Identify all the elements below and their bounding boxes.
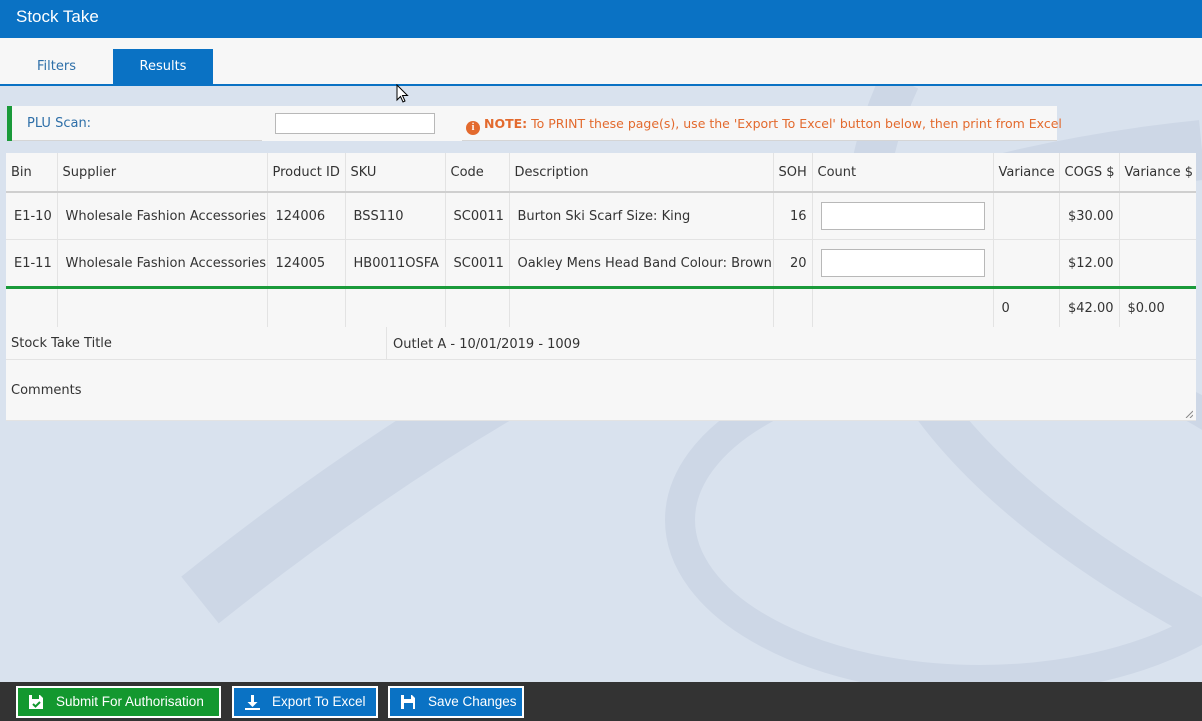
stock-take-table: Bin Supplier Product ID SKU Code Descrip… [6,153,1196,328]
col-header-variance-dollar[interactable]: Variance $ [1119,153,1196,193]
col-header-product-id[interactable]: Product ID [267,153,346,193]
cell-soh: 16 [773,192,813,240]
comments-label: Comments [11,383,82,398]
stock-take-title-row: Stock Take Title Outlet A - 10/01/2019 -… [6,327,1196,360]
action-bar: Submit For Authorisation Export To Excel… [0,682,1202,721]
col-header-sku[interactable]: SKU [345,153,446,193]
plu-divider [12,140,262,141]
cell-cogs: $30.00 [1059,192,1120,240]
col-header-count[interactable]: Count [812,153,994,193]
plu-accent-bar [7,106,12,141]
cell-product-id: 124005 [267,239,346,289]
cell-variance-dollar [1119,192,1196,240]
cell-code: SC0011 [445,239,510,289]
cell-soh: 20 [773,239,813,289]
tab-results[interactable]: Results [113,49,213,84]
export-label: Export To Excel [272,694,366,709]
save-icon [401,695,415,709]
cell-variance [993,239,1060,289]
table-row: E1-11 Wholesale Fashion Accessories 1240… [6,239,1196,289]
resize-grip-icon[interactable] [1185,410,1193,418]
cell-code: SC0011 [445,192,510,240]
stock-take-title-value: Outlet A - 10/01/2019 - 1009 [393,337,581,352]
save-check-icon [29,695,43,709]
cell-product-id: 124006 [267,192,346,240]
note-bold: NOTE: [484,116,528,131]
totals-row: 0 $42.00 $0.00 [6,287,1196,328]
meta-divider [386,327,387,359]
cell-sku: HB0011OSFA [345,239,446,289]
app-header: Stock Take [0,0,1202,38]
cell-sku: BSS110 [345,192,446,240]
cell-variance-dollar [1119,239,1196,289]
note-divider [462,140,1057,141]
mouse-cursor-icon [396,84,409,103]
count-input[interactable] [820,249,985,277]
table-row: E1-10 Wholesale Fashion Accessories 1240… [6,192,1196,240]
col-header-supplier[interactable]: Supplier [57,153,268,193]
tab-filters[interactable]: Filters [0,49,113,84]
total-cogs: $42.00 [1059,287,1120,328]
table-header-row: Bin Supplier Product ID SKU Code Descrip… [6,153,1196,193]
cell-cogs: $12.00 [1059,239,1120,289]
page-title: Stock Take [16,7,99,26]
total-variance: 0 [993,287,1060,328]
cell-count [812,239,994,289]
col-header-bin[interactable]: Bin [6,153,58,193]
cell-bin: E1-11 [6,239,58,289]
plu-scan-row: PLU Scan: i NOTE: To PRINT these page(s),… [7,106,1062,141]
plu-scan-label: PLU Scan: [27,116,92,131]
cell-description: Burton Ski Scarf Size: King [509,192,774,240]
cell-variance [993,192,1060,240]
info-circle-icon: i [466,121,480,135]
export-to-excel-button[interactable]: Export To Excel [232,686,378,718]
stock-take-title-label: Stock Take Title [11,336,112,351]
cell-bin: E1-10 [6,192,58,240]
print-note: i NOTE: To PRINT these page(s), use the '… [466,116,1062,135]
col-header-variance[interactable]: Variance [993,153,1060,193]
total-variance-dollar: $0.00 [1119,287,1196,328]
col-header-code[interactable]: Code [445,153,510,193]
col-header-description[interactable]: Description [509,153,774,193]
download-icon [245,695,260,710]
note-text: To PRINT these page(s), use the 'Export … [527,116,1062,131]
save-label: Save Changes [428,694,517,709]
plu-scan-input[interactable] [275,113,435,134]
cell-supplier: Wholesale Fashion Accessories [57,192,268,240]
cell-supplier: Wholesale Fashion Accessories [57,239,268,289]
cell-description: Oakley Mens Head Band Colour: Brown [509,239,774,289]
tab-bar: Filters Results [0,38,1202,86]
submit-for-authorisation-button[interactable]: Submit For Authorisation [16,686,221,718]
col-header-cogs[interactable]: COGS $ [1059,153,1120,193]
col-header-soh[interactable]: SOH [773,153,813,193]
comments-field[interactable]: Comments [6,360,1196,421]
cell-count [812,192,994,240]
count-input[interactable] [820,202,985,230]
submit-label: Submit For Authorisation [56,694,204,709]
save-changes-button[interactable]: Save Changes [388,686,524,718]
